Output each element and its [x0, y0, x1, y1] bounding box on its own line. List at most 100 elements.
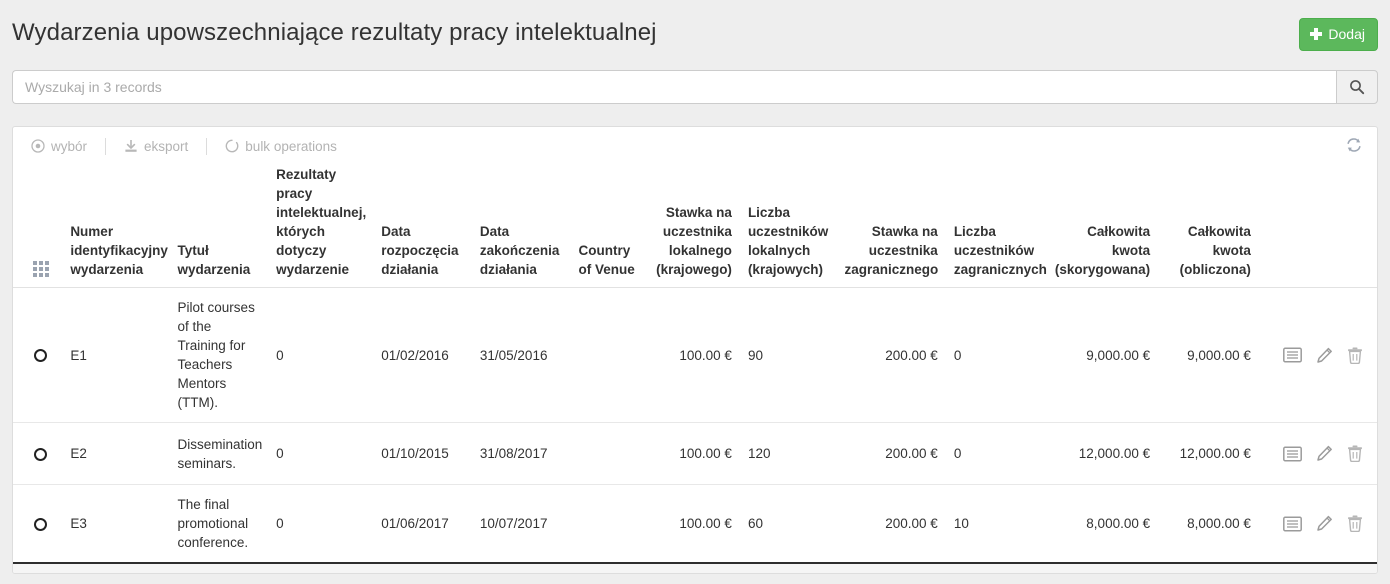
cell-date-start: 01/02/2016	[373, 287, 472, 423]
details-list-icon[interactable]	[1283, 515, 1302, 532]
trash-delete-icon[interactable]	[1347, 347, 1363, 364]
totals-label: Łącznie	[13, 562, 63, 573]
row-radio-icon[interactable]	[34, 349, 48, 363]
refresh-icon	[1345, 136, 1363, 159]
records-table: Numer identyfikacyjny wydarzenia Tytuł w…	[13, 165, 1377, 573]
cell-num-foreign: 0	[945, 422, 1045, 485]
cell-title: Pilot courses of the Training for Teache…	[169, 287, 269, 423]
cell-country	[570, 287, 644, 423]
cell-results: 0	[268, 484, 374, 564]
download-icon	[124, 139, 138, 153]
page-title: Wydarzenia upowszechniające rezultaty pr…	[12, 19, 657, 46]
toolbar-separator-1	[105, 137, 107, 155]
cell-date-end: 31/08/2017	[471, 422, 571, 485]
column-header-date-end[interactable]: Data zakończenia działania	[471, 165, 571, 288]
row-select-cell[interactable]	[13, 484, 63, 564]
search-icon	[1349, 79, 1365, 95]
cell-rate-local: 100.00 €	[643, 484, 740, 564]
cell-total-corrected: 12,000.00 €	[1044, 422, 1159, 485]
row-select-cell[interactable]	[13, 422, 63, 485]
table-row[interactable]: E3 The final promotional conference. 0 0…	[13, 484, 1377, 564]
toolbar-item-bulk-operations[interactable]: bulk operations	[225, 137, 337, 156]
cell-total-computed: 9,000.00 €	[1158, 287, 1259, 423]
cell-rate-local: 100.00 €	[643, 422, 740, 485]
cell-total-computed: 12,000.00 €	[1158, 422, 1259, 485]
column-header-results[interactable]: Rezultaty pracy intelektualnej, których …	[268, 165, 374, 288]
grid-columns-icon	[32, 261, 49, 277]
cell-date-end: 31/05/2016	[471, 287, 571, 423]
cell-date-end: 10/07/2017	[471, 484, 571, 564]
cell-id: E2	[62, 422, 170, 485]
column-header-num-foreign[interactable]: Liczba uczestników zagranicznych	[945, 165, 1047, 288]
column-header-rate-foreign[interactable]: Stawka na uczestnika zagranicznego	[836, 165, 946, 288]
toolbar-items: wybór eksport bulk operations	[31, 137, 337, 156]
cell-title: The final promotional conference.	[169, 484, 269, 564]
table-totals-row: Łącznie 270 10 29,000.00 € 29,000.00 €	[13, 562, 1377, 573]
records-panel: wybór eksport bulk operations Numer iden…	[12, 126, 1378, 574]
pencil-edit-icon[interactable]	[1316, 347, 1333, 364]
cell-id: E1	[62, 287, 170, 423]
trash-delete-icon[interactable]	[1347, 515, 1363, 532]
cell-date-start: 01/10/2015	[373, 422, 472, 485]
cell-total-corrected: 9,000.00 €	[1044, 287, 1159, 423]
panel-toolbar: wybór eksport bulk operations	[13, 127, 1377, 165]
column-header-select[interactable]	[13, 165, 63, 288]
toolbar-item-bulk-operations-label: bulk operations	[245, 138, 337, 154]
column-header-actions	[1258, 165, 1377, 288]
row-radio-icon[interactable]	[34, 517, 48, 531]
cell-num-local: 60	[739, 484, 837, 564]
cell-num-foreign: 0	[945, 287, 1045, 423]
cell-total-computed: 8,000.00 €	[1158, 484, 1259, 564]
toolbar-separator-2	[206, 137, 208, 155]
details-list-icon[interactable]	[1283, 347, 1302, 363]
cell-title: Dissemination seminars.	[169, 422, 269, 485]
totals-total-computed: 29,000.00 €	[1158, 562, 1259, 573]
table-head: Numer identyfikacyjny wydarzenia Tytuł w…	[13, 165, 1377, 288]
column-header-date-start[interactable]: Data rozpoczęcia działania	[373, 165, 472, 288]
totals-num-local: 270	[739, 562, 837, 573]
table-row[interactable]: E2 Dissemination seminars. 0 01/10/2015 …	[13, 422, 1377, 485]
cell-rate-foreign: 200.00 €	[836, 422, 946, 485]
cell-rate-foreign: 200.00 €	[836, 484, 946, 564]
column-header-total-computed[interactable]: Całkowita kwota (obliczona)	[1158, 165, 1259, 288]
column-header-rate-local[interactable]: Stawka na uczestnika lokalnego (krajoweg…	[643, 165, 740, 288]
column-header-country[interactable]: Country of Venue	[570, 165, 644, 288]
toolbar-item-wybor-label: wybór	[51, 138, 88, 154]
search-button[interactable]	[1336, 70, 1378, 104]
cell-actions	[1258, 422, 1377, 485]
pencil-edit-icon[interactable]	[1316, 515, 1333, 532]
table-header-row: Numer identyfikacyjny wydarzenia Tytuł w…	[13, 165, 1377, 288]
column-header-id[interactable]: Numer identyfikacyjny wydarzenia	[62, 165, 170, 288]
details-list-icon[interactable]	[1283, 445, 1302, 462]
cell-num-local: 90	[739, 287, 837, 423]
totals-total-corrected: 29,000.00 €	[1044, 562, 1159, 573]
row-radio-icon[interactable]	[34, 447, 48, 461]
spinner-circle-icon	[225, 139, 239, 153]
page-header: Wydarzenia upowszechniające rezultaty pr…	[0, 0, 1390, 60]
search-bar	[12, 70, 1378, 104]
cell-results: 0	[268, 287, 374, 423]
plus-icon	[1310, 28, 1323, 40]
cell-rate-foreign: 200.00 €	[836, 287, 946, 423]
pencil-edit-icon[interactable]	[1316, 445, 1333, 462]
cell-country	[570, 422, 644, 485]
cell-total-corrected: 8,000.00 €	[1044, 484, 1159, 564]
cell-actions	[1258, 287, 1377, 423]
target-circle-icon	[31, 139, 45, 153]
row-select-cell[interactable]	[13, 287, 63, 423]
column-header-total-corrected[interactable]: Całkowita kwota (skorygowana)	[1044, 165, 1159, 288]
toolbar-item-eksport[interactable]: eksport	[124, 137, 188, 156]
search-input[interactable]	[12, 70, 1336, 104]
cell-rate-local: 100.00 €	[643, 287, 740, 423]
table-row[interactable]: E1 Pilot courses of the Training for Tea…	[13, 287, 1377, 423]
add-button[interactable]: Dodaj	[1299, 18, 1378, 51]
column-header-title[interactable]: Tytuł wydarzenia	[169, 165, 269, 288]
cell-actions	[1258, 484, 1377, 564]
cell-num-foreign: 10	[945, 484, 1045, 564]
totals-num-foreign: 10	[945, 562, 1045, 573]
column-header-num-local[interactable]: Liczba uczestników lokalnych (krajowych)	[739, 165, 837, 288]
trash-delete-icon[interactable]	[1347, 445, 1363, 462]
toolbar-item-wybor[interactable]: wybór	[31, 137, 87, 156]
refresh-button[interactable]	[1345, 136, 1363, 159]
cell-id: E3	[62, 484, 170, 564]
